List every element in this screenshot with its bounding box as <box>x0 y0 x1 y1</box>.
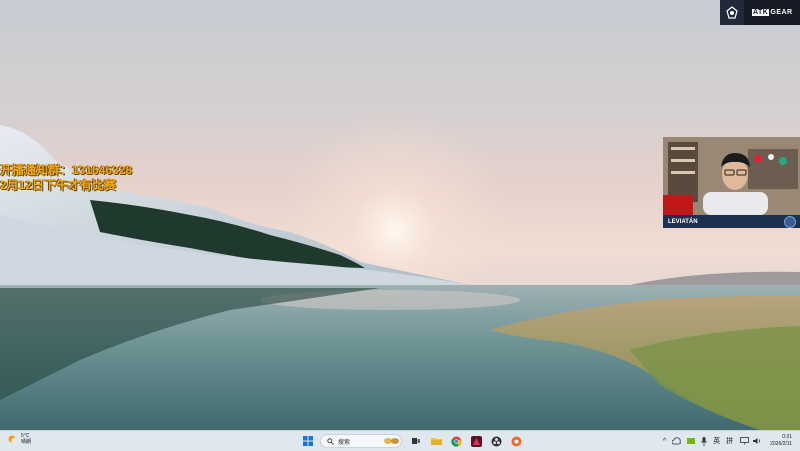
start-icon <box>303 436 313 446</box>
task-view-icon <box>412 438 420 444</box>
cloud-icon[interactable] <box>672 437 681 445</box>
webcam-name-bar: LEVIATÁN <box>663 215 800 228</box>
search-highlight-icon <box>384 438 399 444</box>
ime-mode-indicator[interactable]: 拼 <box>726 436 733 446</box>
notice-line-group: 开播通知群：131646328 <box>0 163 133 177</box>
file-explorer-button[interactable] <box>428 433 444 449</box>
team-logo-icon <box>720 0 744 25</box>
obs-icon <box>491 436 501 446</box>
task-view-button[interactable] <box>408 433 424 449</box>
start-button[interactable] <box>300 433 316 449</box>
app-orange-button[interactable] <box>508 433 524 449</box>
taskbar-center: 搜索 <box>300 433 528 449</box>
network-icon[interactable] <box>740 437 750 445</box>
app-red-icon <box>470 435 482 447</box>
desktop: 开播通知群：131646328 2月12日下午才有比赛 ATK GEAR LEV… <box>0 0 800 430</box>
tray-overflow-chevron-icon[interactable]: ^ <box>663 438 666 445</box>
volume-icon[interactable] <box>753 437 762 445</box>
webcam-feed <box>663 137 800 215</box>
search-placeholder: 搜索 <box>338 439 351 446</box>
microphone-icon[interactable] <box>701 436 707 446</box>
weather-widget[interactable]: 5°C 晴朗 <box>6 433 31 445</box>
chrome-icon <box>450 436 462 447</box>
clock[interactable]: 0:31 2026/2/11 <box>770 434 792 448</box>
weather-desc: 晴朗 <box>21 439 32 445</box>
chrome-button[interactable] <box>448 433 464 449</box>
streamer-name: LEVIATÁN <box>668 218 698 225</box>
notice-line-schedule: 2月12日下午才有比赛 <box>0 178 117 192</box>
webcam-overlay: LEVIATÁN <box>663 137 800 228</box>
taskbar: 5°C 晴朗 搜索 ^ 英 拼 0:31 2026/2/11 <box>0 430 800 451</box>
stream-notice-overlay: 开播通知群：131646328 2月12日下午才有比赛 <box>0 163 132 193</box>
weather-sun-icon <box>8 435 17 443</box>
sponsor-brand-banner: ATK GEAR <box>720 0 800 25</box>
clock-time: 0:31 <box>782 434 792 440</box>
search-icon <box>327 437 334 445</box>
system-tray: ^ 英 拼 0:31 2026/2/11 <box>657 433 792 449</box>
search-box[interactable]: 搜索 <box>320 434 402 448</box>
nvidia-icon[interactable] <box>687 437 696 445</box>
ime-language-indicator[interactable]: 英 <box>713 436 720 446</box>
file-explorer-icon <box>430 438 442 445</box>
obs-button[interactable] <box>488 433 504 449</box>
sponsor-name: ATK GEAR <box>752 9 793 16</box>
app-orange-icon <box>511 436 521 446</box>
clock-date: 2026/2/11 <box>770 441 792 447</box>
app-red-button[interactable] <box>468 433 484 449</box>
team-badge-icon <box>784 215 796 228</box>
